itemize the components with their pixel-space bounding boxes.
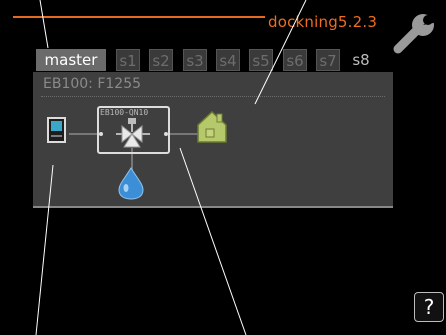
tab-s7[interactable]: s7 [316, 49, 340, 71]
tab-s6[interactable]: s6 [283, 49, 307, 71]
docking-panel: EB100: F1255 EB100-QN10 [33, 72, 393, 208]
menu-title: dockning5.2.3 [268, 13, 378, 31]
house-icon [197, 110, 227, 143]
tab-master[interactable]: master [36, 49, 106, 71]
header-line [13, 16, 265, 18]
tab-s8[interactable]: s8 [349, 49, 373, 71]
screen: dockning5.2.3 master s1 s2 s3 s4 s5 s6 s… [0, 0, 446, 335]
callout-line-tabs [39, 0, 49, 49]
tab-s5[interactable]: s5 [249, 49, 273, 71]
help-button[interactable]: ? [414, 292, 444, 322]
heat-pump-icon [47, 117, 66, 143]
docking-diagram: EB100-QN10 [47, 106, 227, 200]
tab-s4[interactable]: s4 [216, 49, 240, 71]
tab-s2[interactable]: s2 [149, 49, 173, 71]
tab-s3[interactable]: s3 [183, 49, 207, 71]
tab-s1[interactable]: s1 [116, 49, 140, 71]
wrench-icon [392, 9, 440, 57]
valve-label: EB100-QN10 [100, 108, 148, 117]
water-drop-icon [118, 167, 144, 200]
